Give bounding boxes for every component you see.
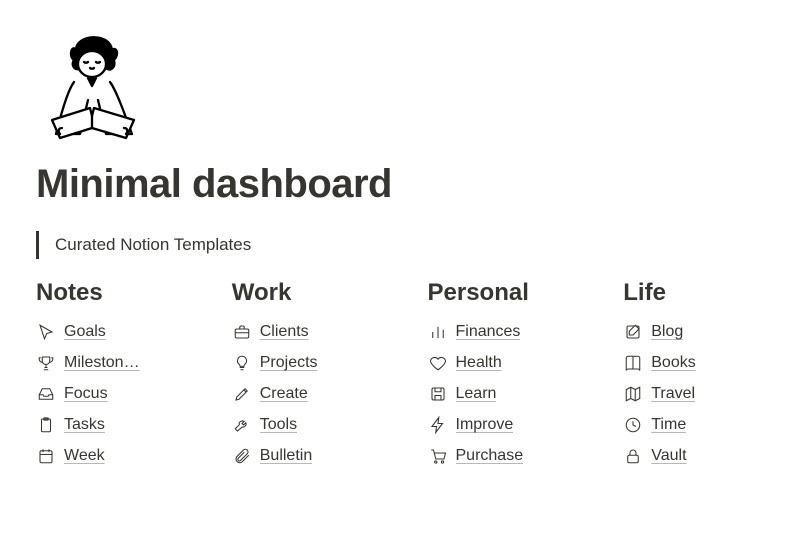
link-bulletin[interactable]: Bulletin bbox=[232, 441, 380, 471]
item-label: Blog bbox=[651, 323, 683, 341]
briefcase-icon bbox=[232, 322, 252, 342]
cursor-icon bbox=[36, 322, 56, 342]
callout: Curated Notion Templates bbox=[36, 231, 771, 259]
item-label: Health bbox=[456, 354, 502, 372]
book-icon bbox=[623, 353, 643, 373]
item-label: Week bbox=[64, 447, 105, 465]
callout-bar bbox=[36, 231, 39, 259]
column-work: Work Clients Projects Create Tools Bulle… bbox=[232, 279, 380, 472]
item-label: Books bbox=[651, 354, 695, 372]
item-label: Focus bbox=[64, 385, 108, 403]
item-label: Bulletin bbox=[260, 447, 312, 465]
link-learn[interactable]: Learn bbox=[428, 379, 576, 409]
item-label: Mileston… bbox=[64, 354, 140, 372]
edit-square-icon bbox=[623, 322, 643, 342]
bar-chart-icon bbox=[428, 322, 448, 342]
page-title: Minimal dashboard bbox=[36, 162, 771, 207]
link-milestones[interactable]: Mileston… bbox=[36, 348, 184, 378]
link-travel[interactable]: Travel bbox=[623, 379, 771, 409]
columns: Notes Goals Mileston… Focus Tasks Week W… bbox=[36, 279, 771, 472]
item-label: Purchase bbox=[456, 447, 524, 465]
link-time[interactable]: Time bbox=[623, 410, 771, 440]
link-health[interactable]: Health bbox=[428, 348, 576, 378]
lock-icon bbox=[623, 446, 643, 466]
page-icon-person-reading bbox=[32, 24, 152, 144]
item-label: Goals bbox=[64, 323, 106, 341]
link-finances[interactable]: Finances bbox=[428, 317, 576, 347]
lightbulb-icon bbox=[232, 353, 252, 373]
trophy-icon bbox=[36, 353, 56, 373]
bolt-icon bbox=[428, 415, 448, 435]
item-label: Tools bbox=[260, 416, 297, 434]
column-header-life: Life bbox=[623, 279, 771, 307]
link-create[interactable]: Create bbox=[232, 379, 380, 409]
column-header-notes: Notes bbox=[36, 279, 184, 307]
column-life: Life Blog Books Travel Time Vault bbox=[623, 279, 771, 472]
callout-text: Curated Notion Templates bbox=[55, 235, 251, 255]
clipboard-icon bbox=[36, 415, 56, 435]
item-label: Tasks bbox=[64, 416, 105, 434]
clock-icon bbox=[623, 415, 643, 435]
link-vault[interactable]: Vault bbox=[623, 441, 771, 471]
item-label: Projects bbox=[260, 354, 318, 372]
link-focus[interactable]: Focus bbox=[36, 379, 184, 409]
item-label: Finances bbox=[456, 323, 521, 341]
pencil-icon bbox=[232, 384, 252, 404]
column-personal: Personal Finances Health Learn Improve P… bbox=[428, 279, 576, 472]
link-tasks[interactable]: Tasks bbox=[36, 410, 184, 440]
item-label: Time bbox=[651, 416, 686, 434]
calendar-icon bbox=[36, 446, 56, 466]
link-books[interactable]: Books bbox=[623, 348, 771, 378]
column-header-work: Work bbox=[232, 279, 380, 307]
link-tools[interactable]: Tools bbox=[232, 410, 380, 440]
item-label: Improve bbox=[456, 416, 514, 434]
item-label: Travel bbox=[651, 385, 695, 403]
link-blog[interactable]: Blog bbox=[623, 317, 771, 347]
link-goals[interactable]: Goals bbox=[36, 317, 184, 347]
save-icon bbox=[428, 384, 448, 404]
paperclip-icon bbox=[232, 446, 252, 466]
column-notes: Notes Goals Mileston… Focus Tasks Week bbox=[36, 279, 184, 472]
drawer-icon bbox=[36, 384, 56, 404]
link-purchase[interactable]: Purchase bbox=[428, 441, 576, 471]
link-week[interactable]: Week bbox=[36, 441, 184, 471]
map-icon bbox=[623, 384, 643, 404]
heart-icon bbox=[428, 353, 448, 373]
link-projects[interactable]: Projects bbox=[232, 348, 380, 378]
wrench-icon bbox=[232, 415, 252, 435]
item-label: Create bbox=[260, 385, 308, 403]
link-clients[interactable]: Clients bbox=[232, 317, 380, 347]
cart-icon bbox=[428, 446, 448, 466]
column-header-personal: Personal bbox=[428, 279, 576, 307]
item-label: Learn bbox=[456, 385, 497, 403]
item-label: Vault bbox=[651, 447, 686, 465]
link-improve[interactable]: Improve bbox=[428, 410, 576, 440]
item-label: Clients bbox=[260, 323, 309, 341]
